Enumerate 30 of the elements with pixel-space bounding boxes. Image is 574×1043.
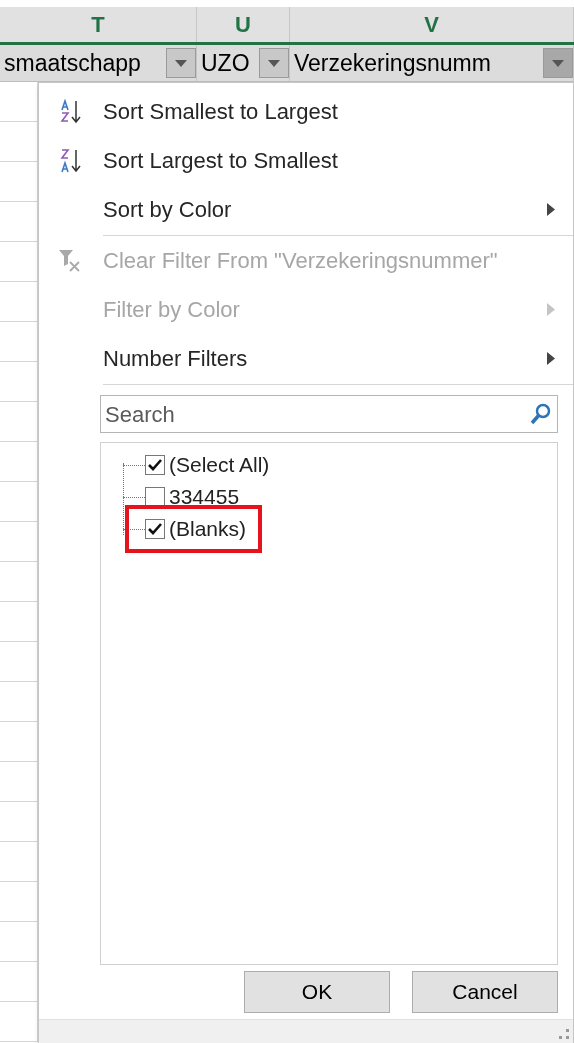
column-header[interactable]: T: [0, 7, 197, 42]
filter-dropdown-button[interactable]: [259, 48, 289, 78]
value-checkbox-item[interactable]: (Select All): [145, 449, 282, 481]
check-icon: [148, 523, 162, 535]
check-icon: [148, 459, 162, 471]
search-box[interactable]: Search: [100, 395, 558, 433]
header-cell-text: smaatschapp: [4, 48, 141, 78]
checkbox[interactable]: [145, 455, 165, 475]
menu-item[interactable]: Sort Smallest to Largest: [39, 87, 573, 136]
sort-descending-icon: [60, 147, 82, 174]
menu-item[interactable]: Sort by Color: [39, 185, 573, 234]
dialog-button[interactable]: Cancel: [412, 971, 558, 1013]
menu-item[interactable]: Sort Largest to Smallest: [39, 136, 573, 185]
caret-icon: [175, 59, 187, 67]
search-icon: [529, 402, 553, 426]
filter-dropdown-button[interactable]: [166, 48, 196, 78]
menu-item[interactable]: Number Filters: [39, 334, 573, 383]
column-header[interactable]: U: [197, 7, 290, 42]
dialog-button[interactable]: OK: [244, 971, 390, 1013]
search-field[interactable]: Search: [105, 397, 529, 431]
caret-icon: [552, 59, 564, 67]
column-header[interactable]: V: [290, 7, 574, 42]
filter-dropdown-button[interactable]: [543, 48, 573, 78]
caret-icon: [268, 59, 280, 67]
checkbox[interactable]: [145, 519, 165, 539]
sort-ascending-icon: [60, 98, 82, 125]
checkbox[interactable]: [145, 487, 165, 507]
resize-grip-icon: [559, 1029, 569, 1039]
header-cell-text: UZO: [201, 48, 250, 78]
header-cell-text: Verzekeringsnumm: [294, 48, 491, 78]
